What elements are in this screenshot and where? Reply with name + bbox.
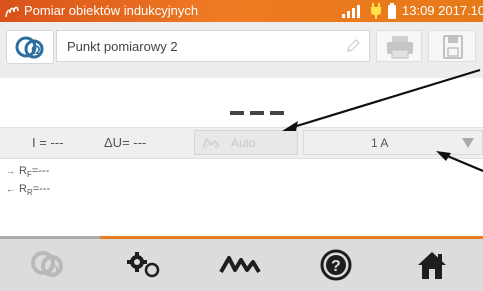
rr-result: ← RR=---	[6, 182, 50, 200]
coil-icon: Ω	[31, 251, 63, 278]
rf-result: → RF=---	[6, 164, 50, 182]
svg-text:?: ?	[331, 258, 341, 275]
auto-mode-button[interactable]: Auto	[194, 130, 298, 155]
clock: 13:09 2017.10.25	[402, 3, 483, 18]
arrow-left-icon: ←	[6, 184, 15, 195]
point-name: Punkt pomiarowy 2	[67, 39, 178, 54]
rf-value: =---	[31, 165, 50, 177]
battery-icon	[388, 3, 396, 19]
arrow-right-icon: →	[6, 166, 15, 176]
gears-icon	[127, 252, 160, 278]
toolbar: Ω Punkt pomiarowy 2	[0, 22, 483, 78]
bottom-nav: Ω ?	[0, 239, 483, 291]
main-result	[230, 102, 290, 120]
current-readout: I = ---	[32, 135, 64, 150]
measurement-point-field[interactable]: Punkt pomiarowy 2	[56, 30, 370, 62]
rr-symbol: R	[19, 183, 27, 196]
nav-measurement-button[interactable]: Ω	[0, 239, 96, 291]
signal-icon	[342, 5, 360, 18]
print-button[interactable]	[376, 30, 422, 62]
help-icon: ?	[320, 249, 352, 281]
rf-symbol: R	[19, 165, 27, 177]
auto-icon	[202, 137, 220, 150]
result-dash	[250, 111, 264, 115]
plug-icon	[371, 3, 381, 19]
nav-settings-button[interactable]	[96, 239, 192, 291]
pencil-icon	[347, 39, 360, 52]
nav-home-button[interactable]	[384, 239, 480, 291]
status-bar: Pomiar obiektów indukcyjnych 13:09 2017.…	[0, 0, 483, 22]
save-icon	[443, 35, 463, 59]
object-type-button[interactable]: Ω	[6, 30, 54, 64]
nav-memory-button[interactable]	[192, 239, 288, 291]
app-title: Pomiar obiektów indukcyjnych	[24, 3, 199, 18]
save-button[interactable]	[428, 30, 476, 62]
result-dash	[230, 111, 244, 115]
waveform-icon	[219, 256, 261, 274]
range-value: 1 A	[371, 136, 389, 150]
coil-icon: Ω	[15, 36, 44, 59]
svg-text:Ω: Ω	[48, 262, 59, 278]
result-dash	[270, 111, 284, 115]
parameters-bar: I = --- ΔU= --- Auto 1 A	[0, 127, 483, 159]
home-icon	[418, 252, 446, 279]
auto-label: Auto	[231, 136, 256, 150]
nav-help-button[interactable]: ?	[288, 239, 384, 291]
printer-icon	[387, 36, 413, 59]
rr-value: =---	[32, 183, 51, 196]
voltage-drop-readout: ΔU= ---	[104, 135, 147, 150]
svg-text:Ω: Ω	[31, 43, 41, 57]
results-list: → RF=--- ← RR=---	[6, 164, 50, 200]
current-range-select[interactable]: 1 A	[303, 130, 483, 155]
dropdown-arrow-icon	[462, 138, 474, 148]
annotation-arrow-1	[289, 68, 481, 130]
coil-icon	[5, 6, 19, 18]
